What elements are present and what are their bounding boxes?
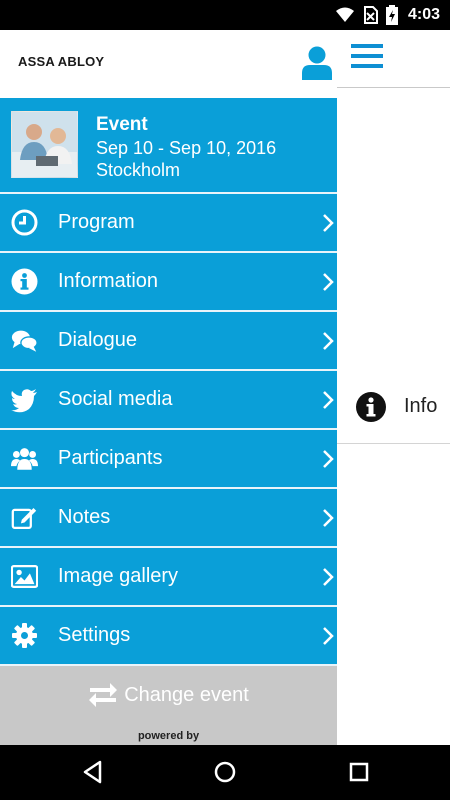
wifi-icon: [335, 7, 354, 22]
menu-item-settings[interactable]: Settings: [0, 605, 337, 664]
chevron-right-icon: [323, 627, 334, 645]
change-event-button[interactable]: Change event: [0, 664, 337, 724]
recents-icon[interactable]: [346, 759, 372, 785]
info-icon: [356, 391, 386, 422]
chevron-right-icon: [323, 273, 334, 291]
info-icon: [11, 268, 38, 295]
change-event-label: Change event: [124, 683, 249, 706]
chevron-right-icon: [323, 214, 334, 232]
event-thumbnail: [11, 111, 78, 178]
twitter-bird-icon: [11, 389, 37, 413]
background-app-bar: [337, 30, 450, 88]
swap-arrows-icon: [89, 683, 118, 707]
background-page: Info: [337, 30, 450, 745]
no-sim-icon: [363, 6, 378, 24]
current-event-card[interactable]: Event Sep 10 - Sep 10, 2016 Stockholm: [0, 98, 337, 192]
home-icon[interactable]: [212, 759, 238, 785]
app-screen: 4:03 Info ASSA ABLOY Event Sep 10 - Sep …: [0, 0, 450, 800]
chevron-right-icon: [323, 391, 334, 409]
status-time: 4:03: [407, 6, 440, 23]
chat-bubbles-icon: [11, 330, 38, 352]
menu-item-image-gallery[interactable]: Image gallery: [0, 546, 337, 605]
gear-icon: [12, 623, 37, 648]
background-list-item-label: Info: [404, 395, 438, 417]
status-bar: 4:03: [0, 0, 450, 30]
menu-item-label: Participants: [58, 447, 163, 469]
menu-item-label: Settings: [58, 624, 131, 646]
chevron-right-icon: [323, 509, 334, 527]
navigation-drawer: ASSA ABLOY Event Sep 10 - Sep 10, 2016 S…: [0, 30, 337, 745]
menu-item-notes[interactable]: Notes: [0, 487, 337, 546]
menu-item-label: Notes: [58, 506, 111, 528]
event-title: Event: [96, 114, 148, 135]
user-profile-icon[interactable]: [301, 46, 333, 80]
menu-item-label: Dialogue: [58, 329, 137, 351]
menu-item-dialogue[interactable]: Dialogue: [0, 310, 337, 369]
menu-item-social-media[interactable]: Social media: [0, 369, 337, 428]
background-list-item[interactable]: Info: [337, 370, 450, 444]
battery-charging-icon: [385, 5, 398, 25]
clock-icon: [11, 209, 38, 236]
event-dates: Sep 10 - Sep 10, 2016: [96, 138, 277, 158]
back-icon[interactable]: [80, 759, 106, 785]
assa-abloy-logo: ASSA ABLOY: [18, 54, 105, 69]
event-location: Stockholm: [96, 160, 181, 180]
chevron-right-icon: [323, 450, 334, 468]
menu-item-label: Program: [58, 211, 135, 233]
people-group-icon: [11, 448, 38, 470]
menu-item-participants[interactable]: Participants: [0, 428, 337, 487]
menu-item-program[interactable]: Program: [0, 192, 337, 251]
menu-item-label: Image gallery: [58, 565, 179, 587]
menu-item-label: Social media: [58, 388, 173, 410]
system-navigation-bar: [0, 745, 450, 800]
powered-by-text: powered by: [137, 730, 200, 742]
image-icon: [11, 565, 38, 588]
menu-item-information[interactable]: Information: [0, 251, 337, 310]
edit-note-icon: [11, 508, 37, 529]
chevron-right-icon: [323, 568, 334, 586]
menu-item-label: Information: [58, 270, 159, 292]
hamburger-menu-icon[interactable]: [351, 44, 383, 72]
drawer-header: ASSA ABLOY: [0, 30, 337, 98]
chevron-right-icon: [323, 332, 334, 350]
